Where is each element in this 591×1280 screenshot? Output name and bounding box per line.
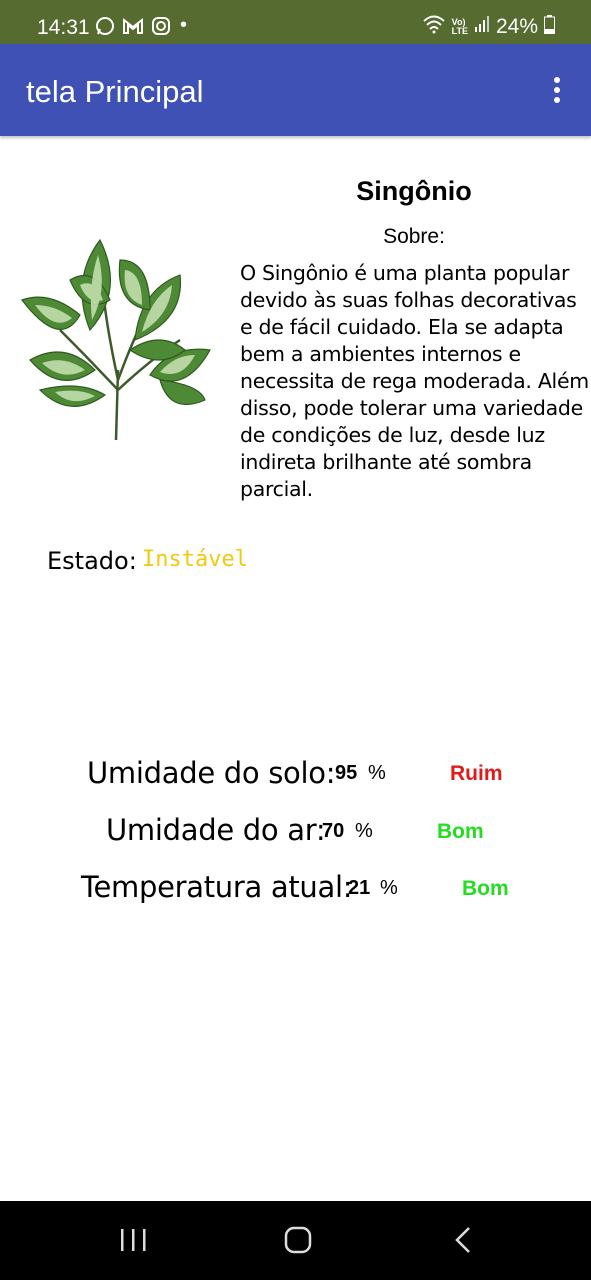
app-title: tela Principal [26,74,204,109]
notification-icons [95,16,171,41]
status-time: 14:31 [37,16,90,39]
soil-humidity-label: Umidade do solo: [87,756,336,790]
air-humidity-value: 70 [322,820,345,842]
air-humidity-status: Bom [437,820,484,843]
status-bar: 14:31 • Vo) LTE 24% [0,0,591,44]
battery-icon [544,14,555,39]
volte-icon: Vo) LTE [451,16,468,36]
whatsapp-icon [95,17,122,40]
temperature-label: Temperatura atual: [81,870,353,904]
home-icon[interactable] [278,1225,318,1257]
wifi-icon [422,14,446,39]
signal-icon [474,15,490,38]
state-label: Estado: [47,547,137,575]
recent-apps-icon[interactable] [113,1225,153,1257]
app-bar: tela Principal [0,44,591,136]
plant-description: O Singônio é uma planta popular devido à… [240,261,589,501]
temperature-status: Bom [462,877,509,900]
gmail-icon [122,17,151,40]
status-indicators: Vo) LTE 24% [422,14,555,39]
plant-name: Singônio [356,176,472,206]
soil-humidity-status: Ruim [450,762,503,785]
system-nav-bar [0,1201,591,1280]
instagram-icon [151,17,171,40]
back-icon[interactable] [445,1225,485,1257]
soil-humidity-unit: % [368,762,386,784]
notification-dot-icon: • [180,14,188,36]
air-humidity-unit: % [355,820,373,842]
state-value: Instável [142,547,248,572]
air-humidity-label: Umidade do ar: [106,813,326,847]
battery-level: 24% [495,14,538,38]
about-label: Sobre: [383,225,445,248]
more-vert-icon[interactable] [551,77,563,105]
temperature-unit: % [380,877,398,899]
plant-image [10,220,232,450]
temperature-value: 21 [348,877,371,899]
soil-humidity-value: 95 [335,762,358,784]
